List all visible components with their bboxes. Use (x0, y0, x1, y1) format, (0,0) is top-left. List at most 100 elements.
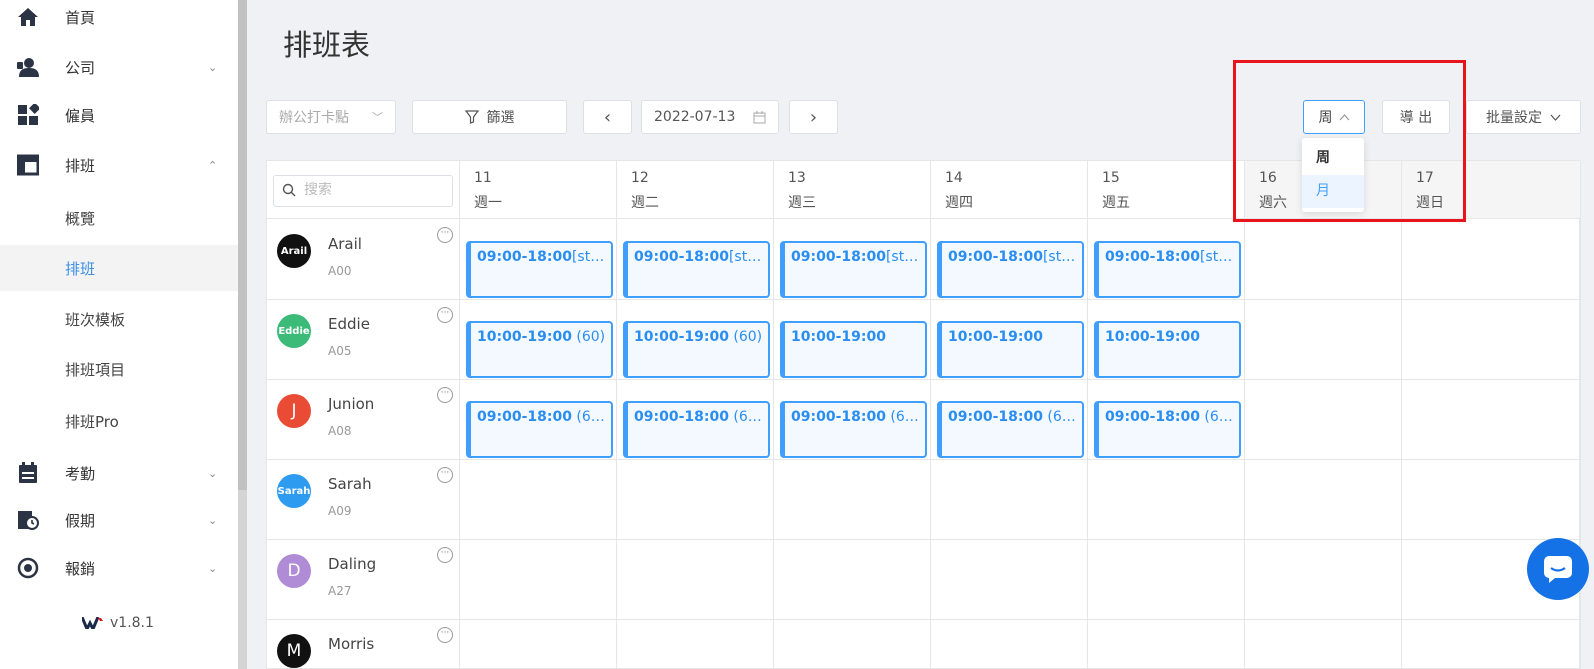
schedule-cell[interactable]: 10:00-19:00 (60) (460, 299, 617, 380)
schedule-cell[interactable] (1088, 459, 1245, 540)
schedule-cell[interactable]: 09:00-18:00[stan... (931, 219, 1088, 300)
filter-button[interactable]: 篩選 (412, 100, 567, 134)
schedule-cell[interactable] (1088, 619, 1245, 669)
schedule-cell[interactable] (617, 539, 774, 620)
schedule-cell[interactable] (1402, 219, 1581, 300)
day-name: 週二 (631, 195, 659, 211)
schedule-cell[interactable] (1402, 299, 1581, 380)
sidebar-item-attendance[interactable]: 考勤 ⌄ (0, 450, 238, 496)
schedule-cell[interactable]: 09:00-18:00 (60)[... (1088, 379, 1245, 460)
schedule-cell[interactable]: 10:00-19:00 (931, 299, 1088, 380)
schedule-cell[interactable] (460, 459, 617, 540)
sidebar-item-label: 考勤 (65, 464, 96, 483)
schedule-cell[interactable] (460, 619, 617, 669)
shift-time: 09:00-18:00 (948, 409, 1043, 425)
schedule-cell[interactable] (1245, 619, 1402, 669)
sidebar-item-leave[interactable]: 假期 ⌄ (0, 497, 238, 543)
schedule-cell[interactable]: 09:00-18:00[stan... (460, 219, 617, 300)
scrollbar-thumb[interactable] (238, 0, 247, 490)
schedule-cell[interactable] (774, 459, 931, 540)
shift-block[interactable]: 09:00-18:00[stan... (623, 241, 770, 298)
shift-block[interactable]: 10:00-19:00 (780, 321, 927, 378)
shift-block[interactable]: 09:00-18:00[stan... (780, 241, 927, 298)
date-picker[interactable]: 2022-07-13 (641, 100, 779, 134)
sidebar-item-label: 排班Pro (65, 412, 119, 431)
shift-block[interactable]: 09:00-18:00 (60)[... (780, 401, 927, 458)
period-option-week[interactable]: 周 (1302, 142, 1364, 175)
sidebar-item-schedule[interactable]: 排班 ⌃ (0, 142, 238, 188)
more-options-icon[interactable]: ··· (437, 387, 453, 403)
schedule-cell[interactable] (931, 539, 1088, 620)
schedule-cell[interactable] (1245, 459, 1402, 540)
schedule-cell[interactable]: 09:00-18:00 (60)[... (931, 379, 1088, 460)
schedule-cell[interactable] (931, 619, 1088, 669)
shift-time: 09:00-18:00 (791, 409, 886, 425)
schedule-cell[interactable] (1245, 539, 1402, 620)
employee-cell: Eddie Eddie A05 ··· (267, 299, 460, 380)
schedule-cell[interactable] (1402, 379, 1581, 460)
schedule-cell[interactable] (774, 539, 931, 620)
sidebar-item-home[interactable]: 首頁 (0, 0, 238, 40)
schedule-cell[interactable] (1245, 379, 1402, 460)
more-options-icon[interactable]: ··· (437, 227, 453, 243)
shift-block[interactable]: 10:00-19:00 (60) (623, 321, 770, 378)
search-input[interactable] (304, 182, 444, 198)
schedule-cell[interactable] (774, 619, 931, 669)
schedule-cell[interactable]: 09:00-18:00 (60)[... (774, 379, 931, 460)
sidebar-item-shift-pro[interactable]: 排班Pro (0, 398, 238, 444)
shift-block[interactable]: 09:00-18:00 (60)[... (466, 401, 613, 458)
export-button[interactable]: 導 出 (1382, 100, 1450, 134)
shift-block[interactable]: 09:00-18:00 (60)[... (937, 401, 1084, 458)
schedule-cell[interactable]: 09:00-18:00 (60)[... (617, 379, 774, 460)
schedule-cell[interactable] (1402, 459, 1581, 540)
schedule-cell[interactable]: 09:00-18:00[stan... (1088, 219, 1245, 300)
schedule-cell[interactable] (931, 459, 1088, 540)
schedule-cell[interactable] (460, 539, 617, 620)
employee-code: A05 (328, 344, 352, 358)
sidebar-item-reimburse[interactable]: 報銷 ⌄ (0, 545, 238, 591)
more-options-icon[interactable]: ··· (437, 467, 453, 483)
shift-block[interactable]: 09:00-18:00[stan... (466, 241, 613, 298)
shift-block[interactable]: 09:00-18:00[stan... (937, 241, 1084, 298)
schedule-cell[interactable] (1245, 299, 1402, 380)
next-week-button[interactable]: › (789, 100, 838, 134)
schedule-cell[interactable]: 10:00-19:00 (60) (617, 299, 774, 380)
schedule-cell[interactable] (617, 619, 774, 669)
sidebar-scrollbar[interactable] (238, 0, 247, 669)
sidebar-item-company[interactable]: 公司 ⌄ (0, 44, 238, 90)
period-select[interactable]: 周 (1303, 100, 1365, 134)
sidebar-item-employees[interactable]: 僱員 (0, 92, 238, 138)
shift-block[interactable]: 10:00-19:00 (60) (466, 321, 613, 378)
shift-block[interactable]: 09:00-18:00[stan... (1094, 241, 1241, 298)
period-option-month[interactable]: 月 (1302, 175, 1364, 208)
prev-week-button[interactable]: ‹ (583, 100, 632, 134)
shift-block[interactable]: 10:00-19:00 (937, 321, 1084, 378)
schedule-cell[interactable]: 09:00-18:00[stan... (774, 219, 931, 300)
more-options-icon[interactable]: ··· (437, 307, 453, 323)
employee-search-box[interactable] (273, 175, 453, 207)
schedule-cell[interactable]: 09:00-18:00 (60)[... (460, 379, 617, 460)
shift-block[interactable]: 10:00-19:00 (1094, 321, 1241, 378)
more-options-icon[interactable]: ··· (437, 627, 453, 643)
sidebar-item-shift-templates[interactable]: 班次模板 (0, 296, 238, 342)
shift-detail: [stan... (1199, 249, 1241, 265)
batch-settings-button[interactable]: 批量設定 (1466, 100, 1581, 134)
sidebar-item-overview[interactable]: 概覽 (0, 195, 238, 241)
period-value: 周 (1318, 110, 1333, 126)
schedule-cell[interactable]: 10:00-19:00 (774, 299, 931, 380)
shift-block[interactable]: 09:00-18:00 (60)[... (1094, 401, 1241, 458)
schedule-cell[interactable] (617, 459, 774, 540)
office-select[interactable]: 辦公打卡點 ﹀ (266, 100, 396, 134)
more-options-icon[interactable]: ··· (437, 547, 453, 563)
schedule-cell[interactable] (1245, 219, 1402, 300)
schedule-cell[interactable] (1402, 619, 1581, 669)
schedule-cell[interactable] (1088, 539, 1245, 620)
sidebar-item-shifts[interactable]: 排班 (0, 245, 238, 291)
sidebar-item-shift-projects[interactable]: 排班項目 (0, 346, 238, 392)
chat-support-button[interactable] (1527, 538, 1589, 600)
schedule-cell[interactable]: 10:00-19:00 (1088, 299, 1245, 380)
sidebar-item-label: 排班 (65, 156, 96, 175)
day-name: 週日 (1416, 195, 1444, 211)
shift-block[interactable]: 09:00-18:00 (60)[... (623, 401, 770, 458)
schedule-cell[interactable]: 09:00-18:00[stan... (617, 219, 774, 300)
